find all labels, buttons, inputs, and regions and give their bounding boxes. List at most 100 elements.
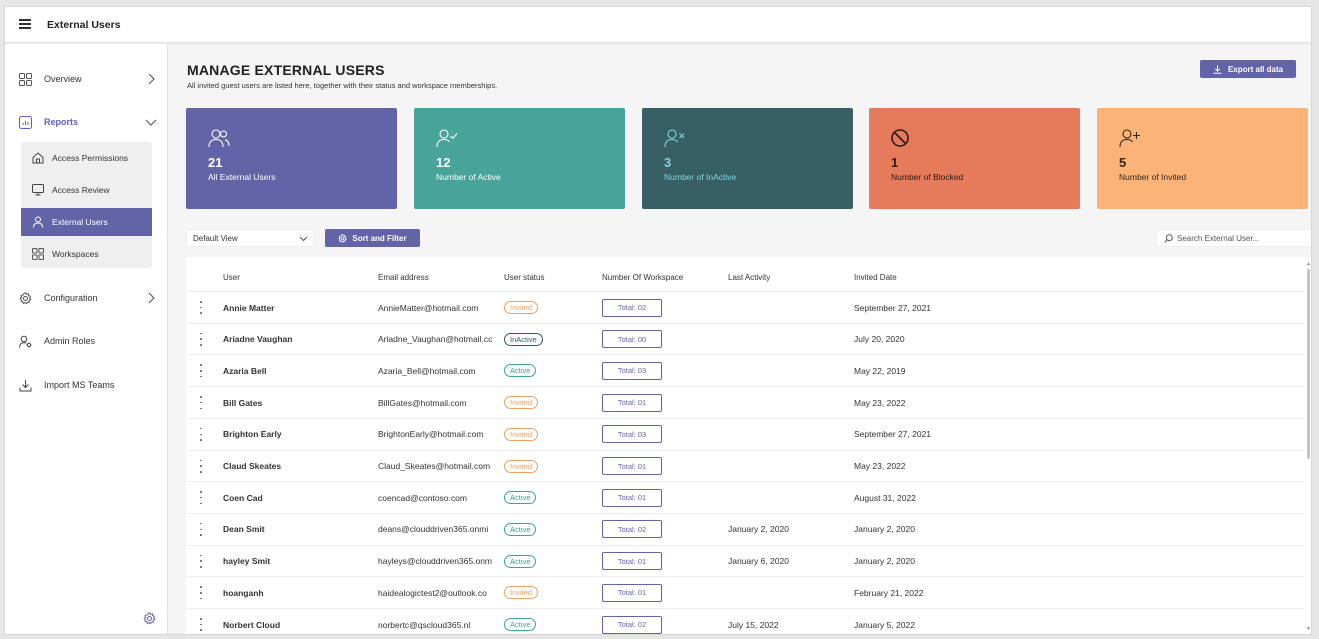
scroll-up-arrow-icon[interactable]: ▲: [1306, 261, 1311, 267]
export-label: Export all data: [1227, 64, 1284, 74]
table-row[interactable]: hayley Smit hayleys@clouddriven365.onm Act…: [186, 544, 1304, 577]
workspace-count-button[interactable]: Total: 02: [602, 298, 662, 317]
cell-status: Active: [504, 609, 594, 634]
cell-workspaces[interactable]: Total: 03: [602, 355, 712, 386]
more-options-icon[interactable]: [199, 586, 203, 600]
sidebar-item-access-permissions[interactable]: Access Permissions: [21, 144, 152, 172]
card-label: All External Users: [208, 172, 276, 182]
vertical-scrollbar[interactable]: ▲ ▼: [1306, 261, 1311, 632]
more-options-icon[interactable]: [199, 459, 203, 473]
more-options-icon[interactable]: [199, 396, 203, 410]
summary-card[interactable]: 5 Number of Invited: [1097, 108, 1308, 209]
cell-workspaces[interactable]: Total: 01: [602, 451, 712, 482]
cell-user: Dean Smit: [223, 524, 265, 535]
sidebar-item-configuration[interactable]: Configuration: [17, 287, 157, 309]
cell-workspaces[interactable]: Total: 01: [602, 546, 712, 577]
column-header[interactable]: User: [223, 273, 240, 282]
more-options-icon[interactable]: [199, 491, 203, 505]
table-row[interactable]: Brighton Early BrightonEarly@hotmail.com I…: [186, 417, 1304, 450]
more-options-icon[interactable]: [199, 554, 203, 568]
cell-workspaces[interactable]: Total: 02: [602, 609, 712, 634]
more-options-icon[interactable]: [199, 522, 203, 536]
column-header[interactable]: User status: [504, 273, 544, 282]
table-row[interactable]: Coen Cad coencad@contoso.com Active Total: …: [186, 481, 1304, 513]
cell-workspaces[interactable]: Total: 02: [602, 292, 712, 323]
cell-workspaces[interactable]: Total: 01: [602, 387, 712, 418]
cell-status: Active: [504, 482, 594, 513]
table-row[interactable]: Azaria Bell Azaria_Bell@hotmail.com Active…: [186, 354, 1304, 386]
table-row[interactable]: Dean Smit deans@clouddriven365.onmi Active…: [186, 512, 1304, 545]
workspace-count-button[interactable]: Total: 03: [602, 361, 662, 380]
workspace-count-button[interactable]: Total: 01: [602, 583, 662, 602]
summary-card[interactable]: 12 Number of Active: [414, 108, 625, 209]
workspace-count-button[interactable]: Total: 01: [602, 552, 662, 571]
scrollbar-thumb[interactable]: [1307, 269, 1310, 459]
column-header[interactable]: Email address: [378, 273, 429, 282]
download-icon: [1213, 65, 1222, 74]
settings-gear-icon[interactable]: [143, 612, 157, 626]
cell-last-activity: January 2, 2020: [728, 524, 789, 535]
sidebar-item-external-users[interactable]: External Users: [21, 208, 152, 236]
view-select[interactable]: Default View: [186, 229, 314, 247]
cell-workspaces[interactable]: Total: 01: [602, 482, 712, 513]
cell-email: Ariadne_Vaughan@hotmail.cc: [378, 334, 493, 345]
column-header[interactable]: Invited Date: [854, 273, 897, 282]
sidebar-item-admin-roles[interactable]: Admin Roles: [17, 330, 157, 352]
more-options-icon[interactable]: [199, 427, 203, 441]
sidebar-subitem-label: Access Review: [52, 185, 110, 195]
scroll-down-arrow-icon[interactable]: ▼: [1306, 626, 1311, 632]
cell-status: Invited: [504, 419, 594, 450]
more-options-icon[interactable]: [199, 332, 203, 346]
sort-and-filter-button[interactable]: Sort and Filter: [325, 229, 420, 247]
summary-card[interactable]: 21 All External Users: [186, 108, 397, 209]
workspace-count-button[interactable]: Total: 01: [602, 457, 662, 475]
sidebar-subitem-label: External Users: [52, 217, 108, 227]
sidebar-item-access-review[interactable]: Access Review: [21, 176, 152, 204]
hamburger-menu-icon[interactable]: [19, 19, 31, 29]
search-input[interactable]: [1177, 233, 1307, 243]
export-all-data-button[interactable]: Export all data: [1200, 60, 1296, 78]
sidebar-item-label: Admin Roles: [44, 336, 96, 346]
cell-invited-date: February 21, 2022: [854, 587, 924, 598]
column-header[interactable]: Number Of Workspace: [602, 273, 683, 282]
cell-workspaces[interactable]: Total: 02: [602, 514, 712, 545]
column-header[interactable]: Last Activity: [728, 273, 770, 282]
sidebar-item-label: Configuration: [44, 293, 98, 303]
cell-workspaces[interactable]: Total: 00: [602, 324, 712, 355]
more-options-icon[interactable]: [199, 364, 203, 378]
summary-card[interactable]: 3 Number of InActive: [642, 108, 853, 209]
cell-user: Azaria Bell: [223, 365, 267, 376]
main-content: MANAGE EXTERNAL USERS All invited guest …: [169, 44, 1311, 634]
cell-status: Invited: [504, 451, 594, 482]
more-options-icon[interactable]: [199, 301, 203, 314]
summary-card[interactable]: 1 Number of Blocked: [869, 108, 1080, 209]
card-label: Number of Active: [436, 172, 501, 182]
workspace-count-button[interactable]: Total: 02: [602, 520, 662, 539]
cell-invited-date: January 2, 2020: [854, 556, 915, 567]
cell-last-activity: [728, 355, 848, 386]
sort-label: Sort and Filter: [352, 233, 407, 243]
sidebar-item-overview[interactable]: Overview: [17, 68, 157, 90]
more-options-icon[interactable]: [199, 618, 203, 631]
table-row[interactable]: Ariadne Vaughan Ariadne_Vaughan@hotmail.c…: [186, 322, 1304, 355]
cell-workspaces[interactable]: Total: 03: [602, 419, 712, 450]
sidebar-item-workspaces[interactable]: Workspaces: [21, 240, 152, 268]
workspace-count-button[interactable]: Total: 03: [602, 425, 662, 444]
workspace-count-button[interactable]: Total: 01: [602, 488, 662, 507]
table-row[interactable]: hoanganh haidealogictest2@outlook.co Invit…: [186, 576, 1304, 608]
sidebar-item-import-ms-teams[interactable]: Import MS Teams: [17, 374, 157, 396]
workspace-count-button[interactable]: Total: 00: [602, 330, 662, 349]
cell-status: Invited: [504, 387, 594, 418]
table-row[interactable]: Annie Matter AnnieMatter@hotmail.com Invit…: [186, 291, 1304, 323]
table-row[interactable]: Norbert Cloud norbertc@qscloud365.nl Activ…: [186, 608, 1304, 634]
cell-email: Claud_Skeates@hotmail.com: [378, 461, 491, 471]
chevron-right-icon: [145, 72, 157, 86]
view-select-value: Default View: [193, 234, 238, 243]
table-row[interactable]: Bill Gates BillGates@hotmail.com Invited To…: [186, 386, 1304, 418]
cell-invited-date: August 31, 2022: [854, 492, 916, 503]
workspace-count-button[interactable]: Total: 02: [602, 615, 662, 634]
workspace-count-button[interactable]: Total: 01: [602, 393, 662, 412]
sidebar-item-reports[interactable]: Reports: [17, 111, 157, 133]
table-row[interactable]: Claud Skeates Claud_Skeates@hotmail.com In…: [186, 449, 1304, 482]
cell-workspaces[interactable]: Total: 01: [602, 577, 712, 608]
